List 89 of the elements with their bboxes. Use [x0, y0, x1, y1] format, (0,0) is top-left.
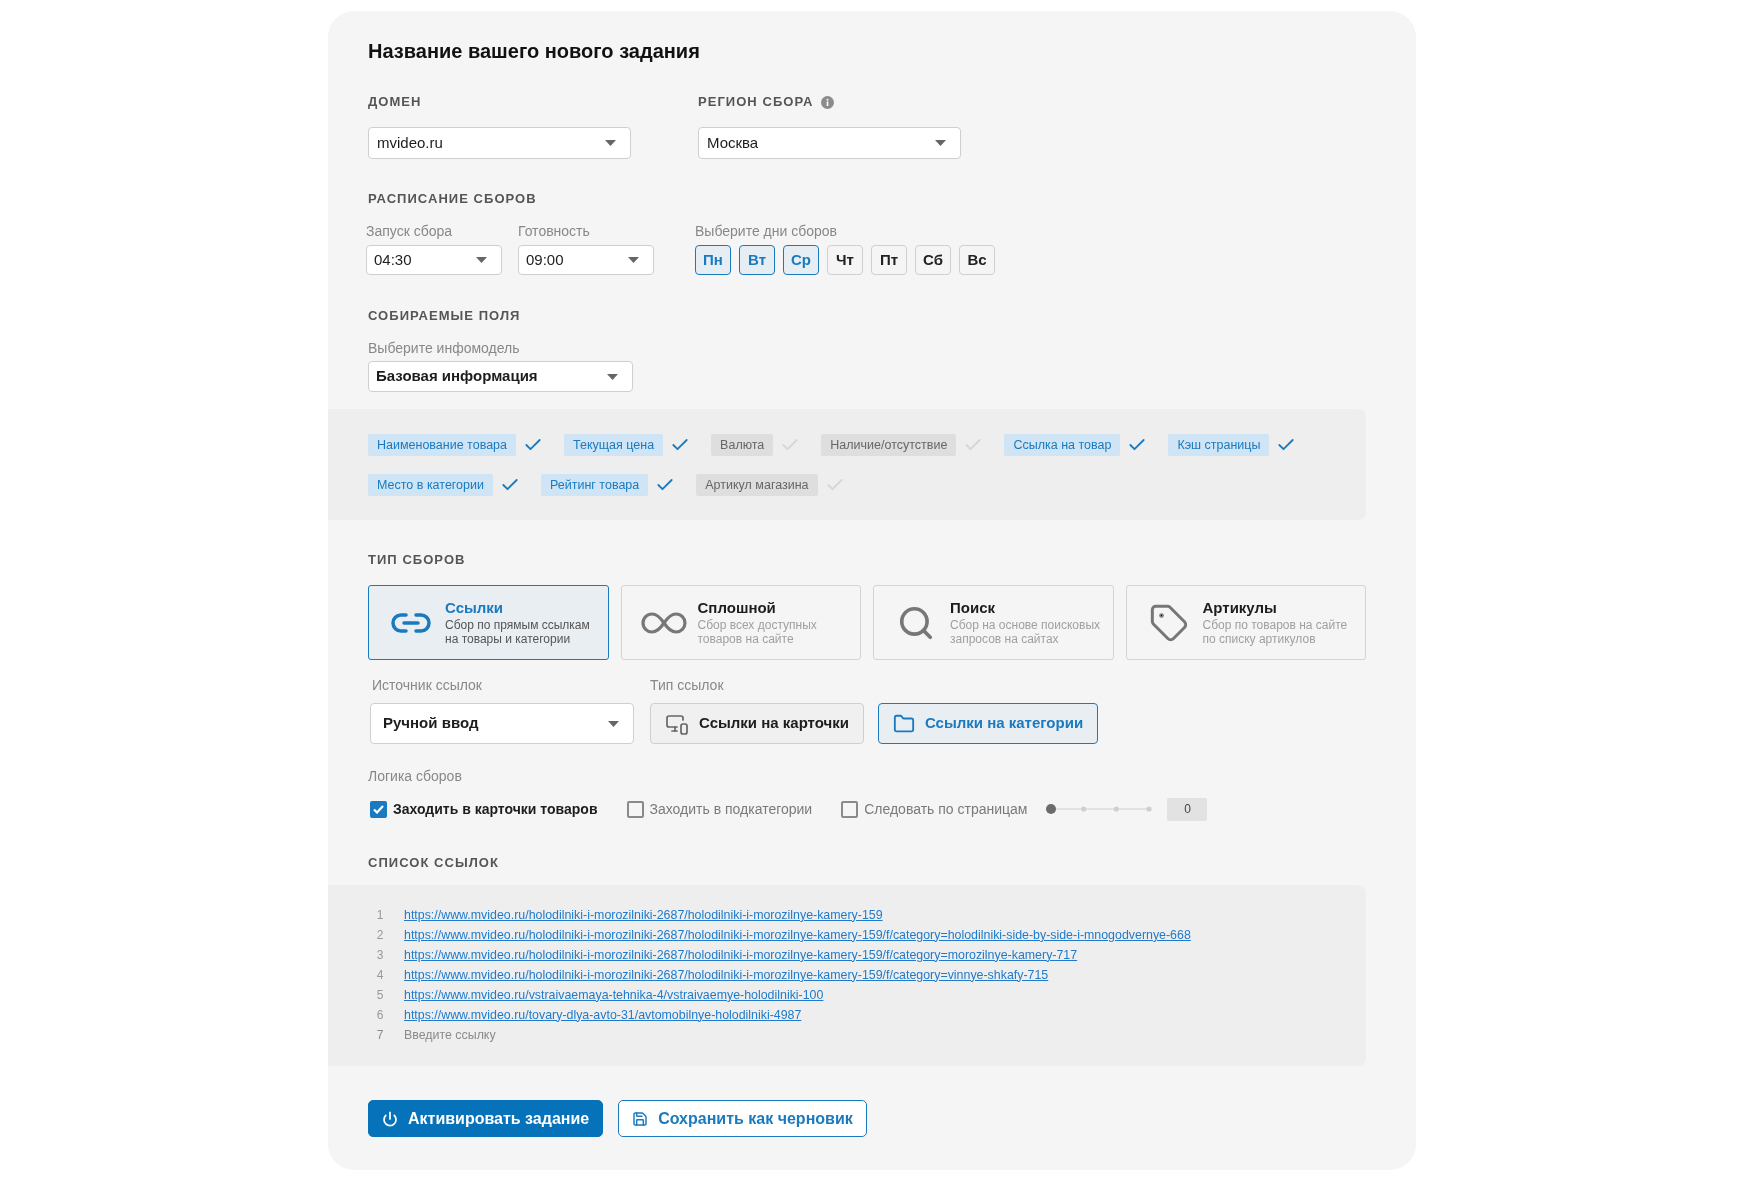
dropdown-caret-icon — [476, 257, 487, 263]
weekday-toggle[interactable]: Чт — [827, 245, 863, 275]
link-source-select[interactable]: Ручной ввод — [370, 703, 634, 744]
weekday-toggle[interactable]: Вс — [959, 245, 995, 275]
field-label: Логика сборов — [368, 767, 463, 785]
weekday-toggle[interactable]: Пт — [871, 245, 907, 275]
link-type-toggle[interactable]: Ссылки на карточки — [650, 703, 864, 744]
checkbox[interactable] — [841, 800, 859, 818]
line-number: 7 — [375, 1027, 385, 1044]
checkmark-icon — [373, 804, 384, 814]
line-number: 1 — [375, 907, 385, 924]
field-tag[interactable]: Артикул магазина — [696, 474, 818, 496]
section-heading: ТИП СБОРОВ — [368, 552, 467, 568]
field-tag[interactable]: Валюта — [711, 434, 774, 456]
weekday-toggle[interactable]: Ср — [783, 245, 819, 275]
checkbox-label[interactable]: Заходить в подкатегории — [649, 798, 813, 820]
start-time-select[interactable]: 04:30 — [366, 245, 502, 275]
option-description: Сбор на основе поисковых запросов на сайтах — [950, 618, 1101, 646]
collection-type-card[interactable]: Поиск Сбор на основе поисковых запросов на сайтах — [873, 585, 1114, 660]
page-depth-slider[interactable] — [1046, 804, 1155, 814]
power-icon — [382, 1110, 398, 1127]
url-input-field[interactable]: Введите ссылку — [404, 1026, 704, 1044]
field-tag[interactable]: Текущая цена — [564, 434, 664, 456]
weekday-toggle[interactable]: Пн — [695, 245, 731, 275]
line-number: 6 — [375, 1007, 385, 1024]
page-count-field[interactable]: 0 — [1167, 797, 1208, 821]
field-label: Тип ссылок — [650, 676, 725, 694]
save-icon — [632, 1110, 649, 1127]
line-number: 3 — [375, 947, 385, 964]
section-heading: РАСПИСАНИЕ СБОРОВ — [368, 191, 538, 207]
infomodel-select[interactable]: Базовая информация — [368, 361, 633, 392]
line-number: 2 — [375, 927, 385, 944]
option-title: Поиск — [950, 599, 996, 617]
url-link[interactable]: https://www.mvideo.ru/holodilniki-i-morozilniki-2687/holodilniki-i-morozilnye-kamery-159 — [404, 905, 883, 925]
weekday-toggle[interactable]: Сб — [915, 245, 951, 275]
url-link[interactable]: https://www.mvideo.ru/tovary-dlya-avto-31/avtomobilnye-holodilniki-4987 — [404, 1005, 802, 1025]
section-heading: РЕГИОН СБОРА — [698, 94, 814, 110]
option-description: Сбор всех доступных товаров на сайте — [697, 618, 818, 646]
url-link[interactable]: https://www.mvideo.ru/holodilniki-i-morozilniki-2687/holodilniki-i-morozilnye-kamery-159/f/category=holodilniki-side-by-side-i-mnogodvernye-668 — [404, 925, 1191, 945]
folder-icon — [893, 712, 915, 735]
field-label: Выберите дни сборов — [695, 222, 838, 240]
dropdown-caret-icon — [608, 720, 619, 727]
activate-button[interactable]: Активировать задание — [368, 1100, 604, 1137]
section-heading: ДОМЕН — [368, 94, 423, 110]
field-tag[interactable]: Место в категории — [368, 474, 493, 496]
field-tag[interactable]: Ссылка на товар — [1004, 434, 1121, 456]
link-icon — [391, 611, 431, 634]
dropdown-caret-icon — [628, 257, 639, 263]
collection-type-card[interactable]: Сплошной Сбор всех доступных товаров на сайте — [620, 585, 861, 660]
option-title: Артикулы — [1202, 599, 1278, 617]
field-label: Выберите инфомодель — [368, 339, 521, 357]
field-tag[interactable]: Рейтинг товара — [541, 474, 649, 496]
url-link[interactable]: https://www.mvideo.ru/holodilniki-i-morozilniki-2687/holodilniki-i-morozilnye-kamery-159/f/category=vinnye-shkafy-715 — [404, 965, 1049, 985]
checkbox[interactable] — [626, 800, 644, 818]
dropdown-caret-icon — [935, 140, 946, 146]
line-number: 4 — [375, 967, 385, 984]
option-description: Сбор по товаров на сайте по списку артикулов — [1202, 618, 1349, 646]
dropdown-caret-icon — [605, 140, 616, 146]
tag-icon — [1148, 602, 1189, 643]
line-number: 5 — [375, 987, 385, 1004]
url-link[interactable]: https://www.mvideo.ru/holodilniki-i-morozilniki-2687/holodilniki-i-morozilnye-kamery-159/f/category=morozilnye-kamery-717 — [404, 945, 1078, 965]
info-icon[interactable] — [821, 95, 835, 109]
region-select[interactable]: Москва — [698, 127, 961, 159]
field-tag[interactable]: Наличие/отсутствие — [821, 434, 957, 456]
option-title: Ссылки — [445, 599, 505, 617]
ready-time-select[interactable]: 09:00 — [518, 245, 654, 275]
collection-type-card[interactable]: Артикулы Сбор по товаров на сайте по списку артикулов — [1125, 585, 1366, 660]
option-description: Сбор по прямым ссылкам на товары и категории — [445, 618, 591, 646]
checkbox-label[interactable]: Заходить в карточки товаров — [393, 798, 598, 820]
field-label: Готовность — [518, 222, 591, 240]
checkbox[interactable] — [370, 800, 387, 818]
weekday-toggle[interactable]: Вт — [739, 245, 775, 275]
collection-type-card[interactable]: Ссылки Сбор по прямым ссылкам на товары и категории — [368, 585, 609, 660]
form-title: Название вашего нового задания — [368, 39, 701, 63]
section-heading: СОБИРАЕМЫЕ ПОЛЯ — [368, 308, 522, 324]
field-tag[interactable]: Наименование товара — [368, 434, 517, 456]
save-draft-button[interactable]: Сохранить как черновик — [618, 1100, 867, 1137]
link-type-toggle[interactable]: Ссылки на категории — [878, 703, 1099, 744]
dropdown-caret-icon — [607, 373, 618, 380]
infinity-icon — [640, 610, 687, 635]
slider-thumb[interactable] — [1046, 804, 1057, 814]
section-heading: СПИСОК ССЫЛОК — [368, 855, 500, 871]
checkbox-label[interactable]: Следовать по страницам — [864, 798, 1028, 820]
field-label: Запуск сбора — [366, 222, 454, 240]
domain-select[interactable]: mvideo.ru — [368, 127, 631, 159]
url-link[interactable]: https://www.mvideo.ru/vstraivaemaya-tehnika-4/vstraivaemye-holodilniki-100 — [404, 985, 824, 1005]
field-tag[interactable]: Кэш страницы — [1168, 434, 1270, 456]
field-label: Источник ссылок — [372, 676, 483, 694]
option-title: Сплошной — [697, 599, 777, 617]
